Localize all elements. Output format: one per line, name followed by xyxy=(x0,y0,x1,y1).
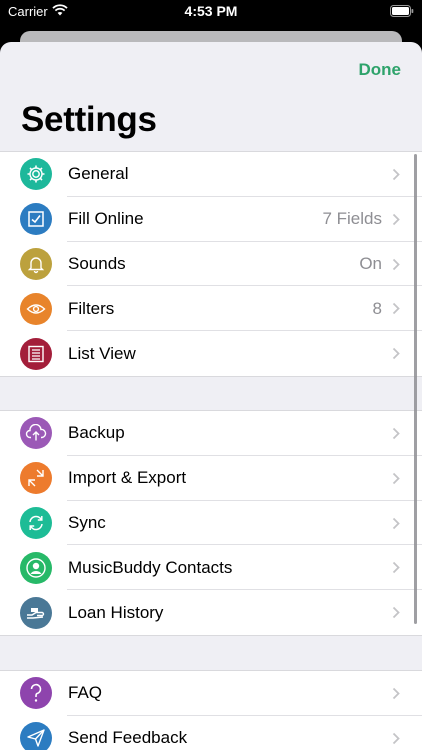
row-value: On xyxy=(359,253,382,273)
row-loan-history[interactable]: Loan History xyxy=(0,590,422,635)
chevron-right-icon xyxy=(392,168,400,181)
scrollbar[interactable] xyxy=(414,154,417,624)
row-value: 7 Fields xyxy=(322,209,382,229)
row-backup[interactable]: Backup xyxy=(0,411,422,456)
eye-icon xyxy=(20,292,52,325)
chevron-right-icon xyxy=(392,472,400,484)
row-label: Fill Online xyxy=(68,209,144,229)
sync-icon xyxy=(20,506,52,539)
row-label: General xyxy=(68,164,129,184)
settings-group-support: FAQ Send Feedback xyxy=(0,670,422,750)
row-label: Backup xyxy=(68,423,125,443)
settings-group-data: Backup Import & Export Sync MusicBuddy C… xyxy=(0,410,422,636)
row-import-export[interactable]: Import & Export xyxy=(0,456,422,501)
paper-plane-icon xyxy=(20,722,52,750)
chevron-right-icon xyxy=(392,687,400,700)
settings-group-preferences: General Fill Online 7 Fields Sounds On F… xyxy=(0,151,422,377)
page-title: Settings xyxy=(21,100,157,139)
row-faq[interactable]: FAQ xyxy=(0,671,422,716)
contact-icon xyxy=(20,551,52,584)
status-bar: Carrier 4:53 PM xyxy=(0,0,422,24)
chevron-right-icon xyxy=(392,562,400,574)
list-icon xyxy=(20,337,52,370)
question-icon xyxy=(20,677,52,710)
row-value: 8 xyxy=(372,298,382,318)
row-fill-online[interactable]: Fill Online 7 Fields xyxy=(0,197,422,242)
row-label: Filters xyxy=(68,298,115,318)
row-general[interactable]: General xyxy=(0,152,422,197)
row-sync[interactable]: Sync xyxy=(0,501,422,546)
row-label: Send Feedback xyxy=(68,728,188,748)
chevron-right-icon xyxy=(392,732,400,744)
status-time: 4:53 PM xyxy=(184,3,238,19)
checkbox-icon xyxy=(20,203,52,236)
chevron-right-icon xyxy=(392,517,400,529)
chevron-right-icon xyxy=(392,607,400,619)
done-button[interactable]: Done xyxy=(359,60,402,80)
bell-icon xyxy=(20,247,52,280)
battery-icon xyxy=(390,5,414,17)
row-label: Loan History xyxy=(68,602,164,622)
cloud-upload-icon xyxy=(20,417,52,450)
chevron-right-icon xyxy=(392,303,400,315)
row-label: Import & Export xyxy=(68,468,187,488)
row-label: MusicBuddy Contacts xyxy=(68,557,233,577)
chevron-right-icon xyxy=(392,258,400,270)
import-export-icon xyxy=(20,462,52,495)
chevron-right-icon xyxy=(392,348,400,360)
chevron-right-icon xyxy=(392,427,400,440)
row-list-view[interactable]: List View xyxy=(0,331,422,376)
loan-hand-icon xyxy=(20,596,52,629)
row-sounds[interactable]: Sounds On xyxy=(0,242,422,287)
row-musicbuddy-contacts[interactable]: MusicBuddy Contacts xyxy=(0,545,422,590)
gear-icon xyxy=(20,158,52,191)
chevron-right-icon xyxy=(392,213,400,225)
row-label: Sounds xyxy=(68,253,126,273)
settings-sheet: Done Settings General Fill Online 7 Fiel… xyxy=(0,42,422,750)
row-send-feedback[interactable]: Send Feedback xyxy=(0,716,422,750)
row-label: List View xyxy=(68,343,136,363)
row-label: FAQ xyxy=(68,683,103,703)
row-label: Sync xyxy=(68,512,106,532)
row-filters[interactable]: Filters 8 xyxy=(0,286,422,331)
